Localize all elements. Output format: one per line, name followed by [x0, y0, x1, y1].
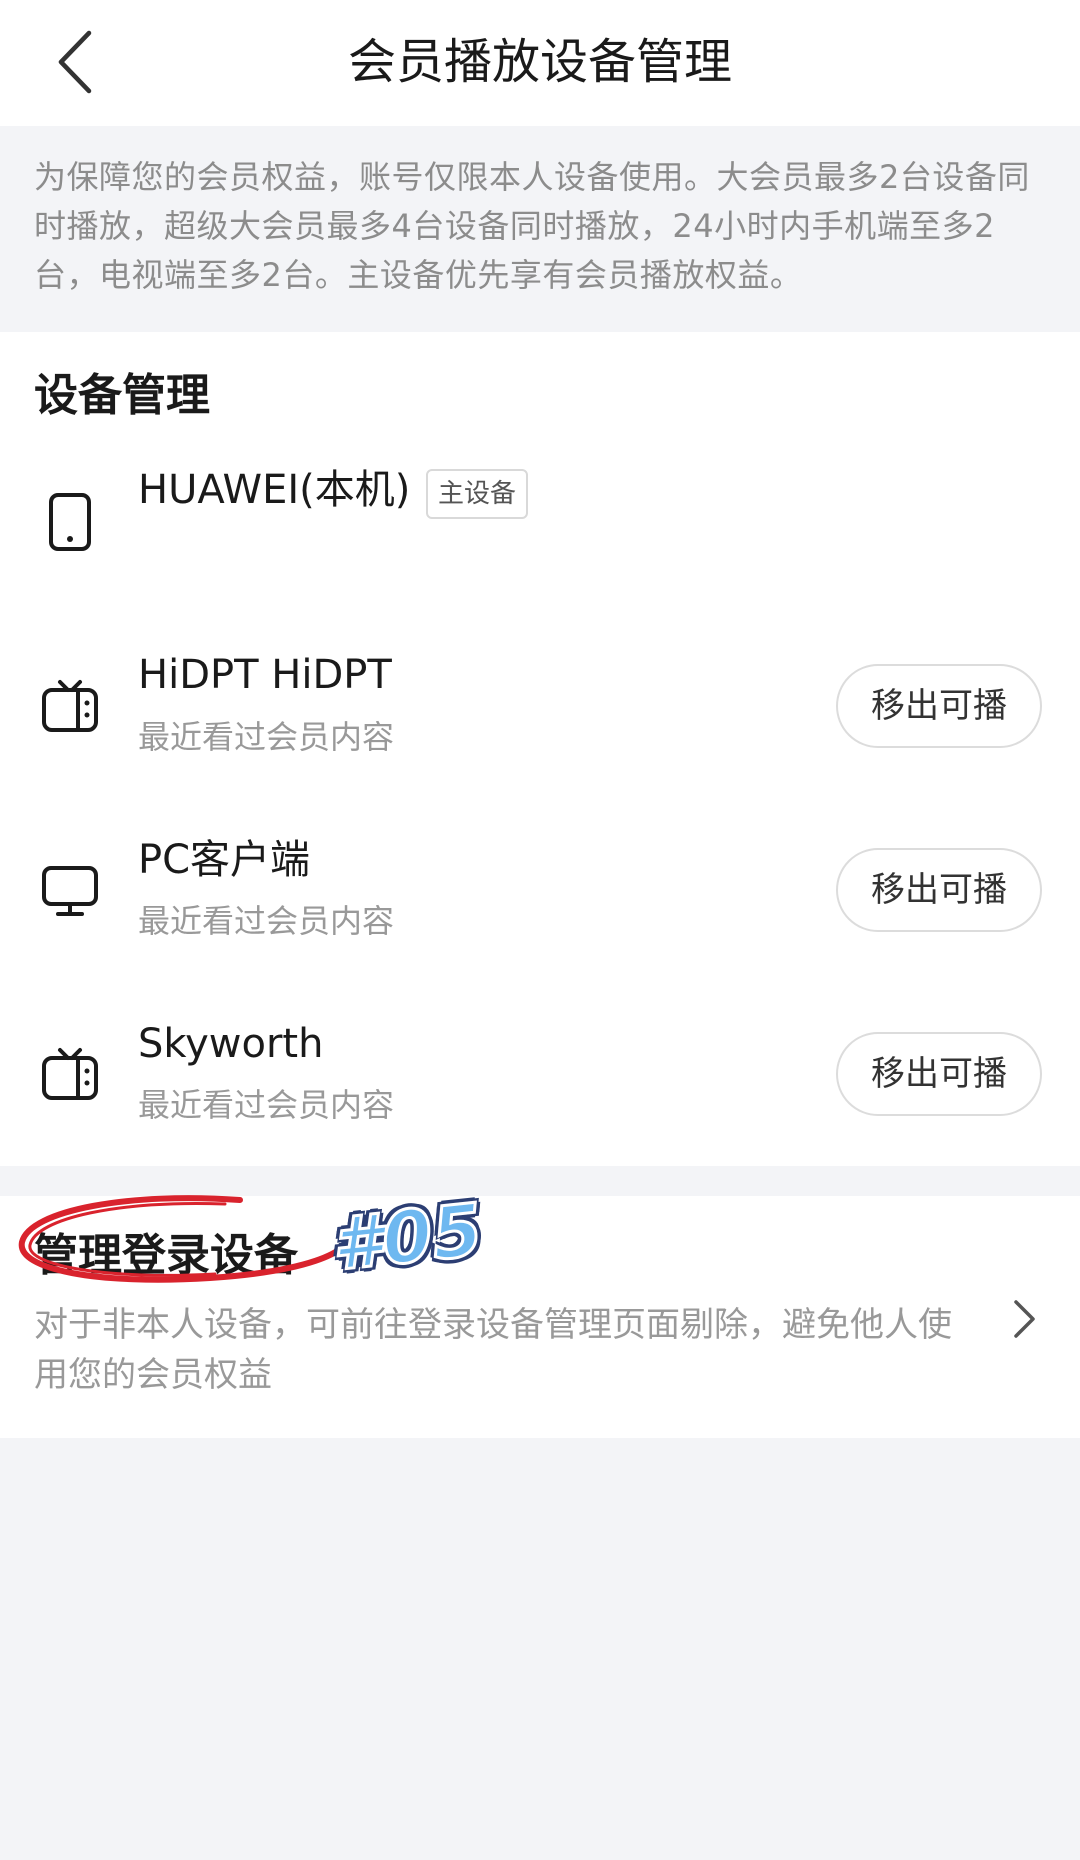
device-name: Skyworth [138, 1021, 324, 1067]
chevron-right-icon [1014, 1300, 1035, 1338]
device-status: 最近看过会员内容 [138, 902, 395, 940]
section-description: 对于非本人设备，可前往登录设备管理页面剔除，避免他人使用您的会员权益 [34, 1305, 952, 1395]
device-name: HiDPT HiDPT [138, 652, 392, 698]
primary-device-badge: 主设备 [426, 469, 529, 519]
phone-icon [40, 492, 100, 552]
device-management-page: 会员播放设备管理 为保障您的会员权益，账号仅限本人设备使用。大会员最多2台设备同… [0, 0, 1080, 1860]
monitor-icon [40, 860, 100, 920]
device-name: HUAWEI(本机) [138, 467, 411, 513]
remove-playback-button[interactable]: 移出可播 [836, 848, 1042, 932]
tv-icon [40, 676, 100, 736]
back-button[interactable] [40, 22, 110, 102]
device-name: PC客户端 [138, 837, 311, 883]
remove-playback-button[interactable]: 移出可播 [836, 664, 1042, 748]
device-status: 最近看过会员内容 [138, 1086, 395, 1124]
membership-notice: 为保障您的会员权益，账号仅限本人设备使用。大会员最多2台设备同时播放，超级大会员… [0, 126, 1080, 332]
section-title: 管理登录设备 [34, 1230, 298, 1281]
top-bar: 会员播放设备管理 [0, 0, 1080, 126]
device-status: 最近看过会员内容 [138, 718, 395, 756]
chevron-left-icon [58, 30, 92, 94]
manage-login-devices-row[interactable]: 管理登录设备 对于非本人设备，可前往登录设备管理页面剔除，避免他人使用您的会员权… [0, 1196, 1080, 1438]
remove-playback-button[interactable]: 移出可播 [836, 1032, 1042, 1116]
tv-icon [40, 1044, 100, 1104]
section-title: 设备管理 [34, 370, 210, 421]
device-management-section: 设备管理 HUAWEI(本机) 主设备 HiDPT HiDPT 最近看过会员内容… [0, 332, 1080, 1166]
page-title: 会员播放设备管理 [347, 34, 732, 90]
